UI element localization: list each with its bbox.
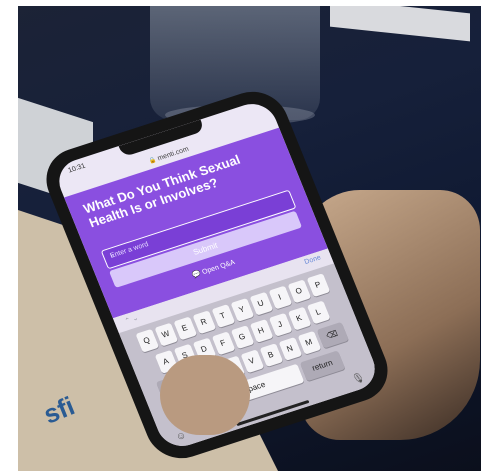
key-u[interactable]: U xyxy=(249,291,273,316)
key-f[interactable]: F xyxy=(211,331,235,356)
chat-icon: 💬 xyxy=(191,270,203,280)
key-j[interactable]: J xyxy=(268,312,293,337)
chevron-icons[interactable]: ⌃ ⌄ xyxy=(124,314,140,326)
key-p[interactable]: P xyxy=(306,273,330,298)
thumb xyxy=(160,355,250,435)
key-v[interactable]: V xyxy=(240,349,264,374)
key-e[interactable]: E xyxy=(173,316,197,341)
key-h[interactable]: H xyxy=(249,319,274,344)
key-y[interactable]: Y xyxy=(230,298,254,322)
open-qa-label: Open Q&A xyxy=(201,259,237,277)
key-b[interactable]: B xyxy=(259,343,283,368)
key-r[interactable]: R xyxy=(192,310,216,335)
key-k[interactable]: K xyxy=(287,306,312,331)
white-border xyxy=(481,0,485,471)
status-time: 10:31 xyxy=(67,162,87,175)
white-border xyxy=(0,0,18,471)
key-n[interactable]: N xyxy=(278,337,302,361)
photo-scene: sfi 10:31 🔒menti.com What Do You Think S… xyxy=(0,0,485,471)
return-key[interactable]: return xyxy=(299,350,346,382)
key-q[interactable]: Q xyxy=(134,328,159,353)
white-border xyxy=(0,0,485,6)
backspace-key-icon[interactable]: ⌫ xyxy=(316,322,349,349)
key-t[interactable]: T xyxy=(211,304,235,329)
lock-icon: 🔒 xyxy=(147,157,158,166)
key-m[interactable]: M xyxy=(297,330,321,355)
key-w[interactable]: W xyxy=(153,322,178,347)
background-paper xyxy=(330,0,470,42)
key-g[interactable]: G xyxy=(230,325,254,350)
key-i[interactable]: I xyxy=(268,285,292,310)
microphone-icon[interactable]: 🎙 xyxy=(351,372,367,386)
key-o[interactable]: O xyxy=(287,279,311,304)
key-l[interactable]: L xyxy=(306,300,331,325)
done-button[interactable]: Done xyxy=(304,254,323,266)
